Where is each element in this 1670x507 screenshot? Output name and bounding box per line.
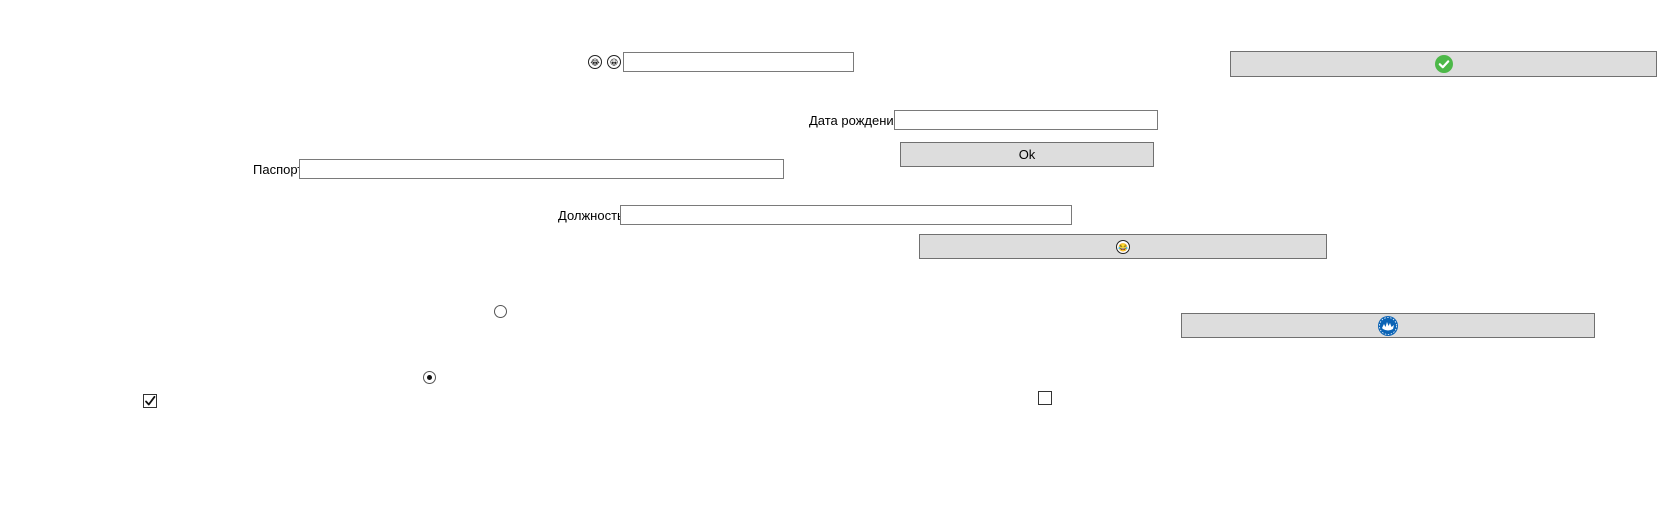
checkmark-icon bbox=[145, 395, 156, 406]
blue-badge-icon bbox=[1378, 315, 1398, 336]
radio-button-1[interactable] bbox=[494, 305, 507, 318]
radio-button-2[interactable] bbox=[423, 371, 436, 384]
green-check-icon bbox=[1434, 55, 1453, 73]
laughing-face-icon: 😂 bbox=[1116, 239, 1130, 254]
top-textbox[interactable] bbox=[623, 52, 854, 72]
checkbox-1[interactable] bbox=[143, 394, 157, 408]
birth-date-input[interactable] bbox=[894, 110, 1158, 130]
ok-button[interactable]: Ok bbox=[900, 142, 1154, 167]
birth-date-label: Дата рождения bbox=[809, 113, 901, 128]
emoji-button[interactable]: 😂 bbox=[919, 234, 1327, 259]
check-button[interactable] bbox=[1230, 51, 1657, 77]
passport-label: Паспорт bbox=[253, 162, 304, 177]
position-label: Должность bbox=[558, 208, 624, 223]
checkbox-2[interactable] bbox=[1038, 391, 1052, 405]
blue-badge-button[interactable] bbox=[1181, 313, 1595, 338]
position-input[interactable] bbox=[620, 205, 1072, 225]
laughing-face-icon: 😂 bbox=[588, 55, 602, 69]
passport-input[interactable] bbox=[299, 159, 784, 179]
grinning-face-icon: 😀 bbox=[607, 55, 621, 69]
